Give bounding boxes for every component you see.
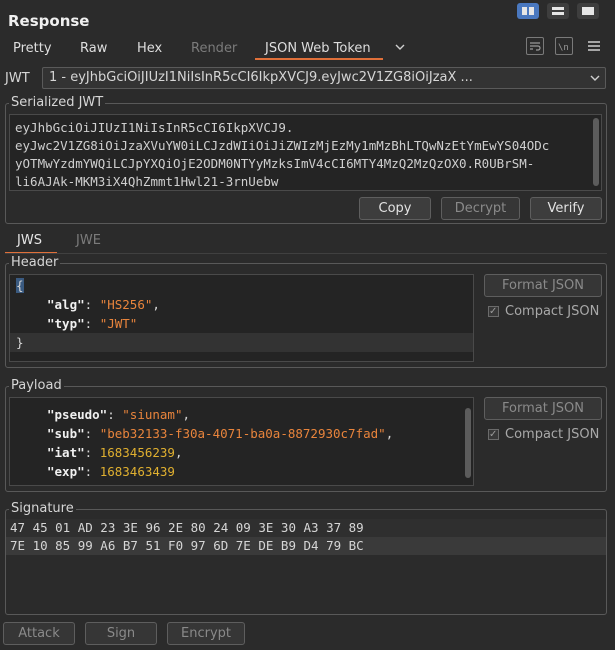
header-code[interactable]: { "alg": "HS256", "typ": "JWT" } xyxy=(10,276,473,352)
newline-toggle-icon[interactable]: \n xyxy=(555,37,573,55)
verify-button[interactable]: Verify xyxy=(530,197,602,220)
tab-pretty[interactable]: Pretty xyxy=(13,41,52,56)
menu-icon[interactable] xyxy=(585,37,603,55)
attack-button: Attack xyxy=(3,622,75,645)
header-compact-json-checkbox[interactable]: ✓ xyxy=(488,306,499,317)
payload-legend: Payload xyxy=(9,378,64,393)
payload-scrollbar[interactable] xyxy=(465,408,471,478)
jwt-select[interactable]: 1 - eyJhbGciOiJIUzI1NiIsInR5cCI6IkpXVCJ9… xyxy=(42,67,606,89)
copy-button[interactable]: Copy xyxy=(359,197,431,220)
serialized-scrollbar[interactable] xyxy=(593,118,599,186)
tab-jws[interactable]: JWS xyxy=(17,233,42,248)
payload-format-json-button: Format JSON xyxy=(484,397,602,420)
serialized-jwt-text[interactable]: eyJhbGciOiJIUzI1NiIsInR5cCI6IkpXVCJ9. ey… xyxy=(15,119,570,191)
chevron-down-icon[interactable] xyxy=(395,42,405,52)
payload-compact-json-checkbox[interactable]: ✓ xyxy=(488,429,499,440)
signature-hex-row: 47 45 01 AD 23 3E 96 2E 80 24 09 3E 30 A… xyxy=(6,519,606,537)
tab-divider xyxy=(5,253,607,254)
layout-single-icon[interactable] xyxy=(577,3,599,19)
header-legend: Header xyxy=(9,255,61,270)
jwt-select-value: 1 - eyJhbGciOiJIUzI1NiIsInR5cCI6IkpXVCJ9… xyxy=(49,70,473,85)
serialized-jwt-legend: Serialized JWT xyxy=(9,95,106,110)
payload-compact-json-label: Compact JSON xyxy=(505,427,600,442)
encrypt-button: Encrypt xyxy=(167,622,245,645)
word-wrap-icon[interactable] xyxy=(526,37,544,55)
active-tab-indicator xyxy=(255,58,383,60)
tab-raw[interactable]: Raw xyxy=(80,41,107,56)
tab-render: Render xyxy=(191,41,238,56)
check-icon: ✓ xyxy=(489,429,498,440)
tab-jwe[interactable]: JWE xyxy=(76,233,101,248)
layout-split-vertical-icon[interactable] xyxy=(517,3,539,19)
signature-hex-row: 7E 10 85 99 A6 B7 51 F0 97 6D 7E DE B9 D… xyxy=(6,537,606,555)
tab-json-web-token[interactable]: JSON Web Token xyxy=(265,41,371,56)
panel-title: Response xyxy=(8,12,90,30)
tab-hex[interactable]: Hex xyxy=(137,41,162,56)
chevron-down-icon xyxy=(590,75,600,81)
sign-button: Sign xyxy=(85,622,157,645)
header-format-json-button: Format JSON xyxy=(484,274,602,297)
decrypt-button: Decrypt xyxy=(441,197,520,220)
signature-legend: Signature xyxy=(9,501,76,516)
svg-text:\n: \n xyxy=(558,43,569,53)
jwt-label: JWT xyxy=(5,71,30,86)
signature-hex[interactable]: 47 45 01 AD 23 3E 96 2E 80 24 09 3E 30 A… xyxy=(6,519,606,555)
payload-code[interactable]: "pseudo": "siunam", "sub": "beb32133-f30… xyxy=(10,405,460,481)
header-compact-json-label: Compact JSON xyxy=(505,304,600,319)
check-icon: ✓ xyxy=(489,306,498,317)
layout-split-horizontal-icon[interactable] xyxy=(547,3,569,19)
